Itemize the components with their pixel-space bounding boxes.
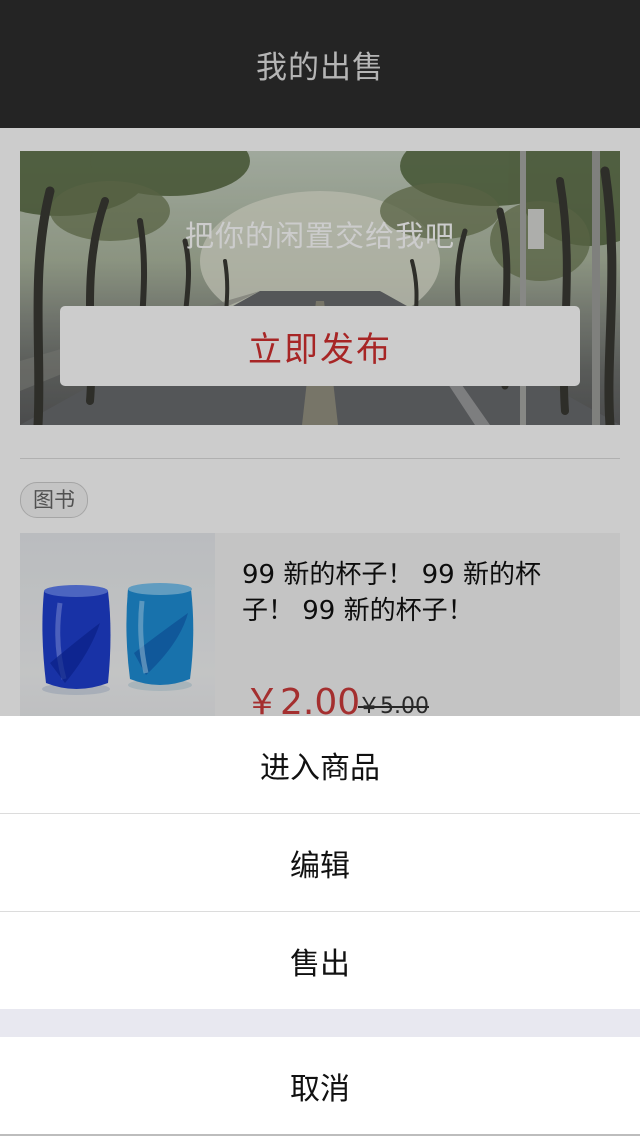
action-edit[interactable]: 编辑 (0, 814, 640, 911)
action-sheet: 进入商品 编辑 售出 取消 (0, 716, 640, 1136)
action-cancel[interactable]: 取消 (0, 1037, 640, 1134)
action-sold[interactable]: 售出 (0, 912, 640, 1009)
action-view-product[interactable]: 进入商品 (0, 716, 640, 813)
